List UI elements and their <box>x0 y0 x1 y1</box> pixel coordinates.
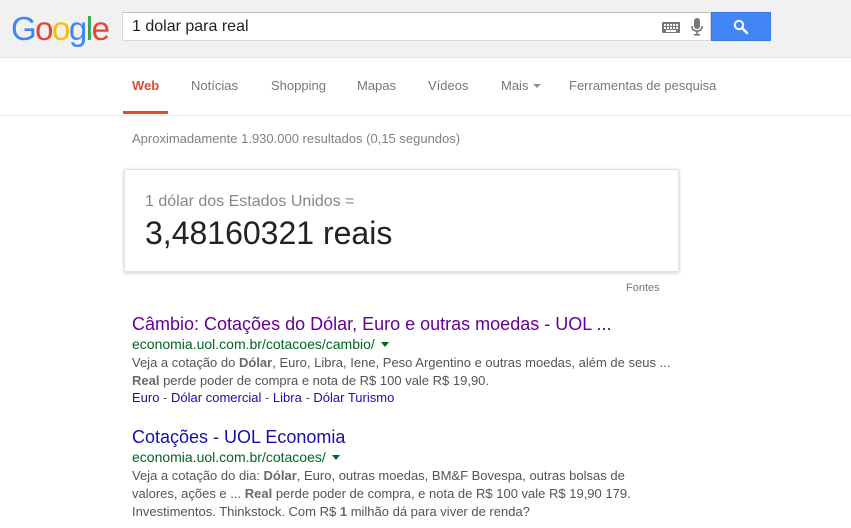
result-url: economia.uol.com.br/cotacoes/cambio/ <box>132 336 672 352</box>
result-sitelinks: Euro - Dólar comercial - Libra - Dólar T… <box>132 390 672 406</box>
result-url: economia.uol.com.br/cotacoes/ <box>132 449 672 465</box>
snippet-text: Veja a cotação do dia: <box>132 468 264 483</box>
search-tabs: Web Notícias Shopping Mapas Vídeos Mais … <box>0 57 851 116</box>
search-icon <box>733 19 749 35</box>
tab-videos[interactable]: Vídeos <box>428 78 468 93</box>
tab-mais[interactable]: Mais <box>501 78 542 93</box>
microphone-icon[interactable] <box>690 18 704 36</box>
tab-mapas[interactable]: Mapas <box>357 78 396 93</box>
top-bar: Google <box>0 0 851 58</box>
logo-letter: o <box>35 10 53 47</box>
search-result: Cotações - UOL Economia economia.uol.com… <box>132 426 672 521</box>
keyboard-icon[interactable] <box>662 22 680 33</box>
url-dropdown-icon[interactable] <box>331 454 340 460</box>
sitelink[interactable]: Dólar Turismo <box>313 390 394 405</box>
tab-mais-label: Mais <box>501 78 529 93</box>
result-snippet: Veja a cotação do Dólar, Euro, Libra, Ie… <box>132 354 672 390</box>
logo-letter: G <box>11 10 37 47</box>
snippet-highlight: 1 <box>339 504 348 519</box>
result-stats: Aproximadamente 1.930.000 resultados (0,… <box>132 131 461 146</box>
google-logo[interactable]: Google <box>11 10 110 47</box>
snippet-highlight: Dólar <box>263 468 297 483</box>
search-result: Câmbio: Cotações do Dólar, Euro e outras… <box>132 313 672 406</box>
converter-result: 3,48160321 reais <box>145 215 393 251</box>
tab-web[interactable]: Web <box>132 78 159 93</box>
active-tab-indicator <box>123 111 168 114</box>
snippet-highlight: Dólar <box>238 355 273 370</box>
snippet-text: Veja a cotação do <box>132 355 239 370</box>
result-snippet: Veja a cotação do dia: Dólar, Euro, outr… <box>132 467 672 521</box>
search-input[interactable] <box>132 17 642 37</box>
snippet-highlight: Real <box>244 486 273 501</box>
url-dropdown-icon[interactable] <box>380 341 389 347</box>
sitelink[interactable]: Libra <box>273 390 302 405</box>
sitelink-separator: - <box>159 390 172 405</box>
logo-letter: g <box>68 10 87 47</box>
sitelink-separator: - <box>301 390 314 405</box>
currency-converter-card: 1 dólar dos Estados Unidos = 3,48160321 … <box>124 169 679 272</box>
search-button[interactable] <box>711 12 771 41</box>
logo-letter: o <box>52 10 70 47</box>
tab-search-tools[interactable]: Ferramentas de pesquisa <box>569 78 716 93</box>
snippet-text: milhão dá para viver de renda? <box>347 504 530 519</box>
snippet-text: perde poder de compra e nota de R$ 100 v… <box>159 373 490 388</box>
result-url-text: economia.uol.com.br/cotacoes/ <box>132 449 326 465</box>
search-box[interactable] <box>122 12 711 41</box>
logo-letter: e <box>91 10 110 47</box>
tab-shopping[interactable]: Shopping <box>271 78 326 93</box>
sitelink-separator: - <box>261 390 273 405</box>
snippet-highlight: Real <box>132 373 160 388</box>
sitelink[interactable]: Euro <box>132 390 159 405</box>
converter-from: 1 dólar dos Estados Unidos = <box>145 193 355 210</box>
result-title-link[interactable]: Câmbio: Cotações do Dólar, Euro e outras… <box>132 313 672 335</box>
result-title-link[interactable]: Cotações - UOL Economia <box>132 426 672 448</box>
snippet-text: , Euro, Libra, Iene, Peso Argentino e ou… <box>272 355 671 370</box>
sitelink[interactable]: Dólar comercial <box>171 390 261 405</box>
chevron-down-icon <box>533 83 542 88</box>
sources-link[interactable]: Fontes <box>626 282 660 294</box>
tab-noticias[interactable]: Notícias <box>191 78 238 93</box>
result-url-text: economia.uol.com.br/cotacoes/cambio/ <box>132 336 375 352</box>
